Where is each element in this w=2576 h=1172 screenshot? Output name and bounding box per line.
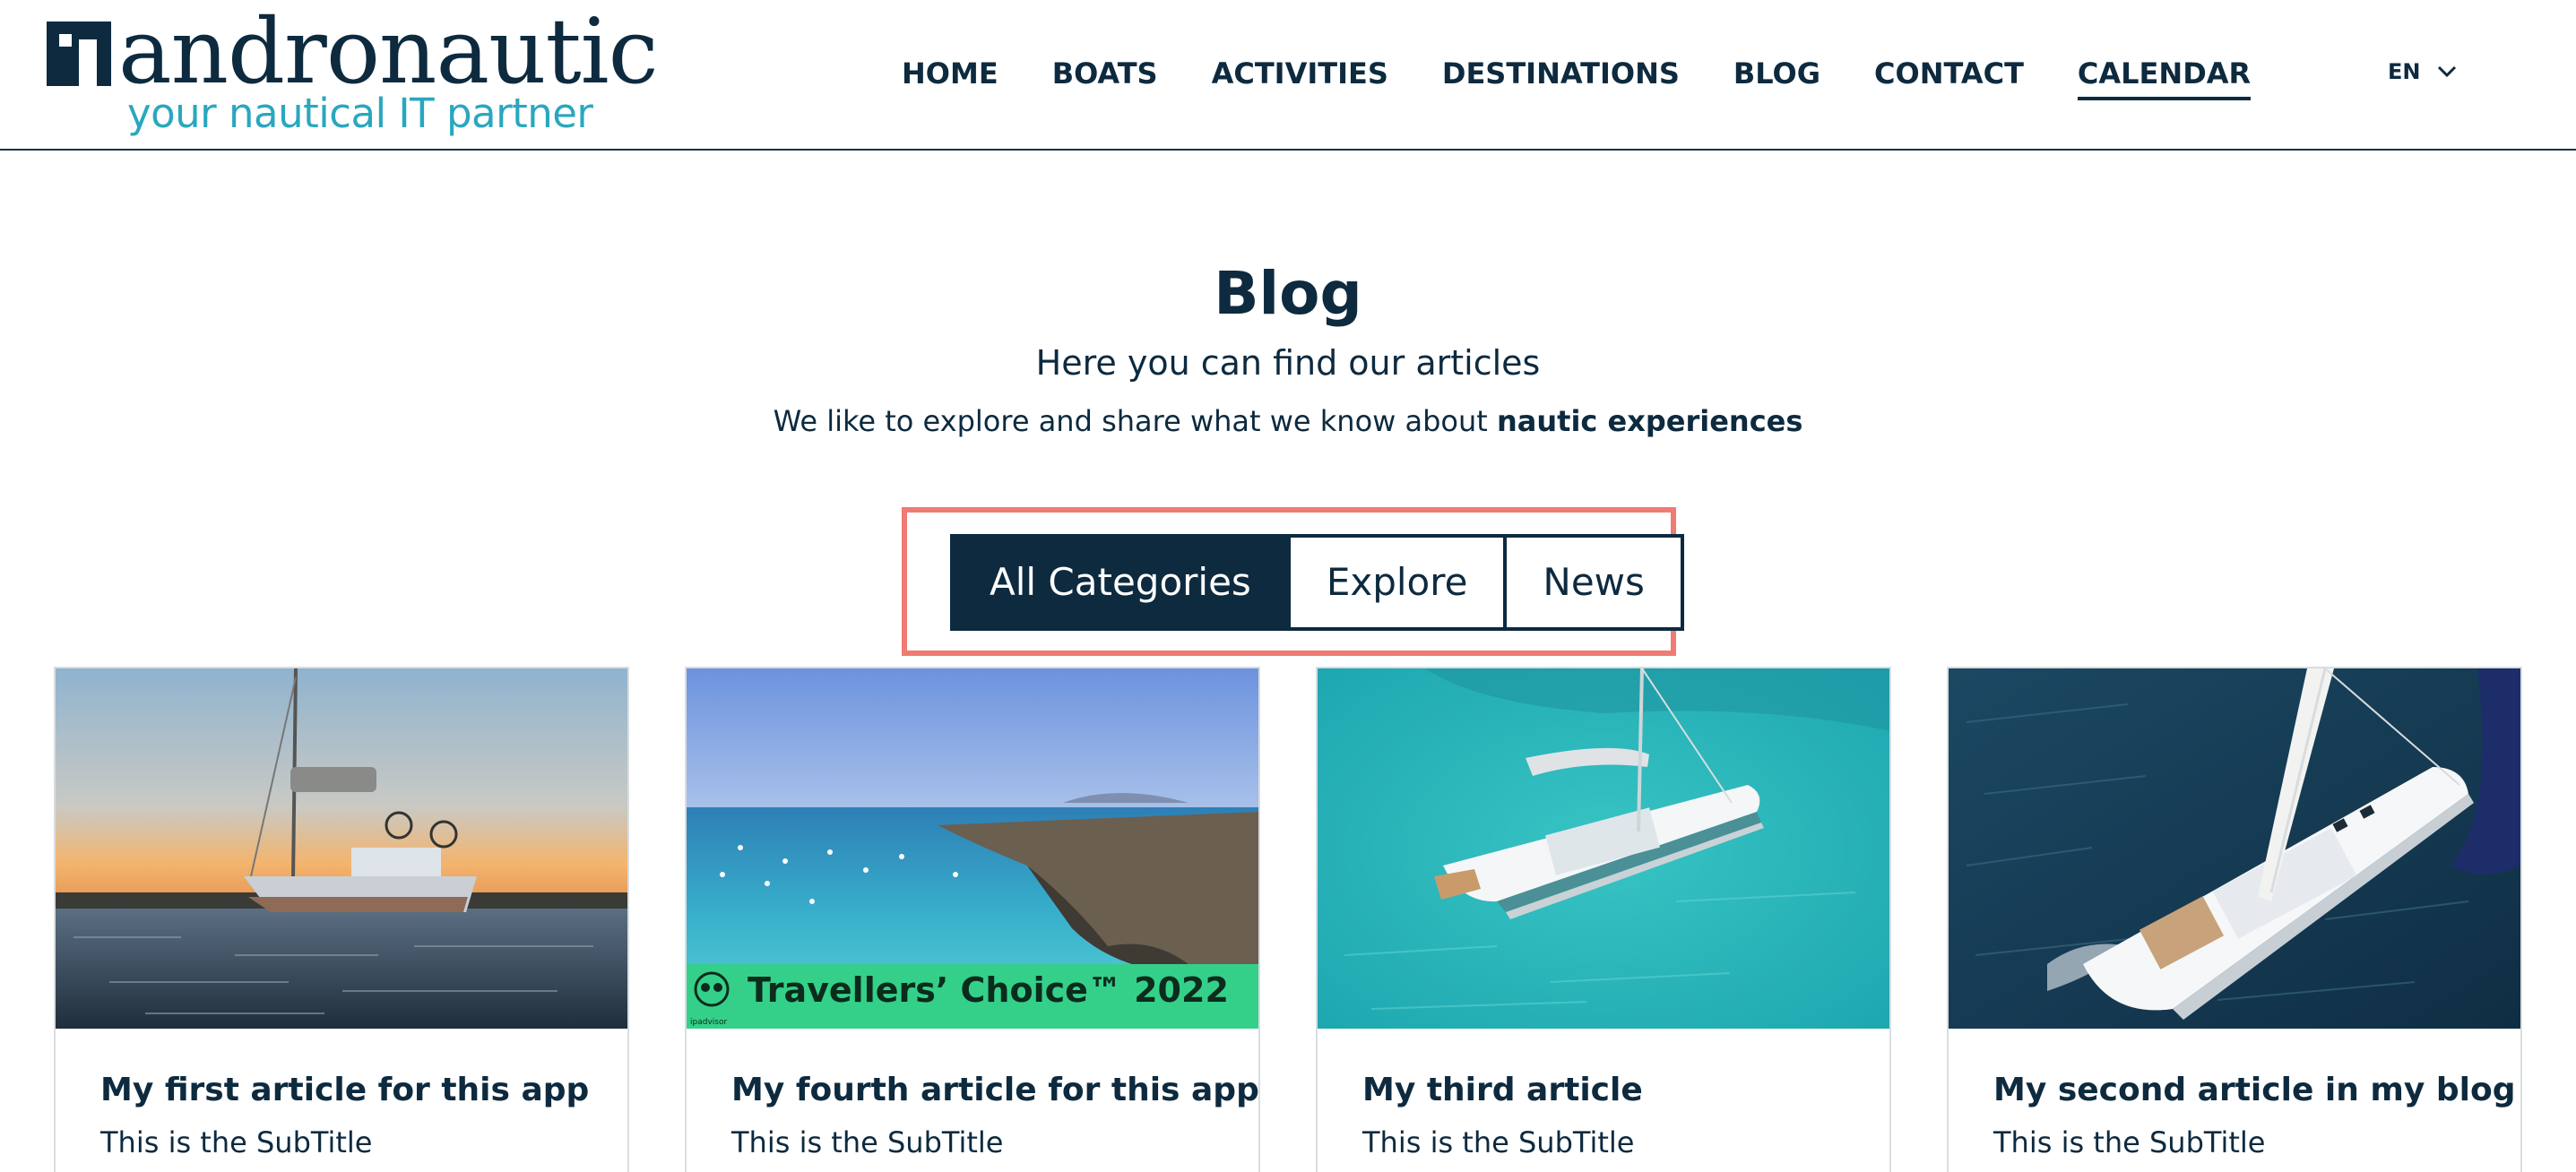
article-card[interactable]: My third article This is the SubTitle [1316, 667, 1891, 1172]
nav-destinations[interactable]: DESTINATIONS [1442, 54, 1680, 100]
article-title[interactable]: My third article [1362, 1072, 1643, 1108]
nav-home[interactable]: HOME [902, 54, 998, 100]
article-title[interactable]: My fourth article for this app [731, 1072, 1259, 1108]
sailboat-aerial-image[interactable] [1949, 668, 2520, 1029]
site-header: andronautic your nautical IT partner HOM… [0, 0, 2576, 151]
brand-logo[interactable]: andronautic your nautical IT partner [47, 7, 659, 143]
logo-mark-icon [47, 22, 111, 86]
nav-boats[interactable]: BOATS [1052, 54, 1158, 100]
article-title[interactable]: My first article for this app [100, 1072, 589, 1108]
nav-activities[interactable]: ACTIVITIES [1212, 54, 1388, 100]
filter-news-button[interactable]: News [1503, 534, 1684, 631]
filter-explore-button[interactable]: Explore [1286, 534, 1508, 631]
description-text: We like to explore and share what we kno… [773, 404, 1497, 438]
nav-calendar[interactable]: CALENDAR [2077, 54, 2252, 100]
page-title: Blog [1214, 259, 1362, 328]
article-card[interactable]: My first article for this app This is th… [54, 667, 629, 1172]
filter-all-categories-button[interactable]: All Categories [950, 534, 1291, 631]
chevron-down-icon [2438, 65, 2457, 78]
brand-name: andronautic [118, 0, 659, 104]
article-subtitle: This is the SubTitle [731, 1125, 1004, 1159]
article-card[interactable]: Travellers’ Choice™ 2022 ipadvisor My fo… [685, 667, 1260, 1172]
article-title[interactable]: My second article in my blog [1993, 1072, 2516, 1108]
description-highlight: nautic experiences [1496, 404, 1803, 438]
brand-tagline: your nautical IT partner [127, 90, 593, 137]
nav-blog[interactable]: BLOG [1733, 54, 1820, 100]
category-filter: All Categories Explore News [950, 534, 1684, 631]
article-grid: My first article for this app This is th… [54, 667, 2522, 1172]
page-subtitle: Here you can find our articles [1035, 343, 1541, 383]
badge-text: Travellers’ Choice™ 2022 [748, 970, 1229, 1010]
article-subtitle: This is the SubTitle [100, 1125, 373, 1159]
badge-small-text: ipadvisor [690, 1018, 727, 1027]
nav-contact[interactable]: CONTACT [1874, 54, 2024, 100]
language-selector[interactable]: EN [2388, 59, 2458, 84]
article-subtitle: This is the SubTitle [1362, 1125, 1635, 1159]
coastal-bay-image[interactable]: Travellers’ Choice™ 2022 ipadvisor [687, 668, 1258, 1029]
catamaran-turquoise-image[interactable] [1318, 668, 1889, 1029]
page-description: We like to explore and share what we kno… [0, 401, 2576, 441]
main-nav: HOME BOATS ACTIVITIES DESTINATIONS BLOG … [902, 54, 2304, 104]
article-card[interactable]: My second article in my blog This is the… [1947, 667, 2522, 1172]
sailboat-sunset-image[interactable] [56, 668, 627, 1029]
language-label: EN [2388, 59, 2421, 84]
article-subtitle: This is the SubTitle [1993, 1125, 2266, 1159]
